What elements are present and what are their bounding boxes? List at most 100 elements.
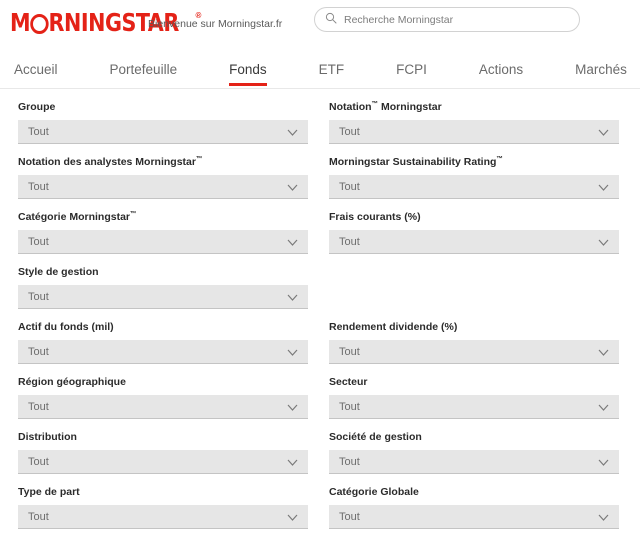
filter-value: Tout — [339, 235, 360, 248]
filter-type-part: Type de part Tout — [18, 474, 308, 529]
filter-label-text: Catégorie Morningstar — [18, 211, 131, 223]
filter-groupe: Groupe Tout — [18, 89, 308, 144]
search-icon — [325, 11, 337, 29]
nav-item-label: FCPI — [396, 62, 427, 77]
filter-societe-gestion-select[interactable]: Tout — [329, 450, 619, 474]
filter-value: Tout — [339, 510, 360, 523]
nav-item-label: ETF — [318, 62, 345, 77]
nav-item-marches[interactable]: Marchés — [575, 48, 627, 88]
filter-rendement-dividende-select[interactable]: Tout — [329, 340, 619, 364]
filter-actif-fonds: Actif du fonds (mil) Tout — [18, 309, 308, 364]
filter-value: Tout — [339, 180, 360, 193]
page-header: M RNINGSTAR ® Bienvenue sur Morningstar.f… — [0, 0, 640, 48]
filter-row: Groupe Tout Notation™ Morningstar Tout — [0, 89, 640, 144]
filter-categorie-globale: Catégorie Globale Tout — [329, 474, 619, 529]
tagline: Bienvenue sur Morningstar.fr — [148, 18, 283, 30]
filter-notation-analystes: Notation des analystes Morningstar™ Tout — [18, 144, 308, 199]
filter-label: Région géographique — [18, 376, 126, 388]
filter-notation-morningstar-select[interactable]: Tout — [329, 120, 619, 144]
filter-label: Catégorie Morningstar™ — [18, 211, 308, 224]
chevron-down-icon — [287, 123, 298, 141]
chevron-down-icon — [287, 343, 298, 361]
filter-label-text: Notation des analystes Morningstar — [18, 156, 196, 168]
filter-label: Type de part — [18, 486, 80, 498]
filter-row: Style de gestion Tout — [0, 254, 640, 309]
filter-value: Tout — [28, 125, 49, 138]
filter-value: Tout — [28, 235, 49, 248]
nav-item-portefeuille[interactable]: Portefeuille — [109, 48, 178, 88]
filter-label-suffix: Morningstar — [378, 101, 442, 113]
filter-value: Tout — [28, 180, 49, 193]
filter-value: Tout — [339, 125, 360, 138]
chevron-down-icon — [287, 178, 298, 196]
filter-sustainability-rating-select[interactable]: Tout — [329, 175, 619, 199]
chevron-down-icon — [598, 398, 609, 416]
filter-value: Tout — [28, 345, 49, 358]
logo-text-before: M — [10, 8, 31, 37]
trademark-mark: ™ — [130, 210, 137, 218]
filter-value: Tout — [339, 455, 360, 468]
chevron-down-icon — [287, 233, 298, 251]
nav-item-label: Portefeuille — [109, 62, 178, 77]
filter-label: Notation™ Morningstar — [329, 101, 619, 114]
filter-value: Tout — [28, 400, 49, 413]
filter-secteur-select[interactable]: Tout — [329, 395, 619, 419]
nav-item-label: Fonds — [229, 62, 267, 77]
filter-region-geographique-select[interactable]: Tout — [18, 395, 308, 419]
filter-label-text: Morningstar Sustainability Rating — [329, 156, 497, 168]
filter-row: Actif du fonds (mil) Tout Rendement divi… — [0, 309, 640, 364]
filter-type-part-select[interactable]: Tout — [18, 505, 308, 529]
filter-distribution: Distribution Tout — [18, 419, 308, 474]
filter-label: Distribution — [18, 431, 77, 443]
filter-rendement-dividende: Rendement dividende (%) Tout — [329, 309, 619, 364]
nav-item-label: Accueil — [14, 62, 58, 77]
nav-item-label: Actions — [478, 62, 524, 77]
nav-item-etf[interactable]: ETF — [318, 48, 345, 88]
filter-label: Groupe — [18, 101, 56, 113]
filter-value: Tout — [28, 290, 49, 303]
filter-notation-analystes-select[interactable]: Tout — [18, 175, 308, 199]
chevron-down-icon — [598, 453, 609, 471]
filter-distribution-select[interactable]: Tout — [18, 450, 308, 474]
filter-categorie-globale-select[interactable]: Tout — [329, 505, 619, 529]
chevron-down-icon — [598, 178, 609, 196]
filter-label: Actif du fonds (mil) — [18, 321, 114, 333]
main-navigation: Accueil Portefeuille Fonds ETF FCPI Acti… — [0, 48, 640, 89]
filter-frais-courants: Frais courants (%) Tout — [329, 199, 619, 254]
nav-item-accueil[interactable]: Accueil — [14, 48, 58, 88]
chevron-down-icon — [287, 398, 298, 416]
fund-screener-filters: Groupe Tout Notation™ Morningstar Tout N… — [0, 89, 640, 529]
filter-label: Frais courants (%) — [329, 211, 421, 223]
filter-label: Rendement dividende (%) — [329, 321, 458, 333]
filter-frais-courants-select[interactable]: Tout — [329, 230, 619, 254]
filter-label: Secteur — [329, 376, 368, 388]
filter-notation-morningstar: Notation™ Morningstar Tout — [329, 89, 619, 144]
filter-value: Tout — [339, 345, 360, 358]
chevron-down-icon — [598, 508, 609, 526]
filter-value: Tout — [28, 455, 49, 468]
filter-secteur: Secteur Tout — [329, 364, 619, 419]
filter-categorie-morningstar: Catégorie Morningstar™ Tout — [18, 199, 308, 254]
nav-item-fcpi[interactable]: FCPI — [396, 48, 427, 88]
chevron-down-icon — [598, 233, 609, 251]
filter-row: Région géographique Tout Secteur Tout — [0, 364, 640, 419]
chevron-down-icon — [287, 453, 298, 471]
nav-item-actions[interactable]: Actions — [478, 48, 524, 88]
logo-circle-o-icon — [30, 13, 49, 34]
filter-categorie-morningstar-select[interactable]: Tout — [18, 230, 308, 254]
search-input[interactable] — [344, 13, 569, 26]
filter-style-gestion-select[interactable]: Tout — [18, 285, 308, 309]
nav-item-fonds[interactable]: Fonds — [229, 48, 267, 88]
filter-societe-gestion: Société de gestion Tout — [329, 419, 619, 474]
search-bar[interactable] — [314, 7, 580, 32]
filter-groupe-select[interactable]: Tout — [18, 120, 308, 144]
filter-actif-fonds-select[interactable]: Tout — [18, 340, 308, 364]
filter-row: Catégorie Morningstar™ Tout Frais couran… — [0, 199, 640, 254]
filter-label: Catégorie Globale — [329, 486, 419, 498]
filter-label-text: Notation — [329, 101, 372, 113]
filter-value: Tout — [339, 400, 360, 413]
filter-row: Notation des analystes Morningstar™ Tout… — [0, 144, 640, 199]
filter-row: Type de part Tout Catégorie Globale Tout — [0, 474, 640, 529]
filter-label: Société de gestion — [329, 431, 422, 443]
nav-items-container: Accueil Portefeuille Fonds ETF FCPI Acti… — [14, 48, 640, 88]
